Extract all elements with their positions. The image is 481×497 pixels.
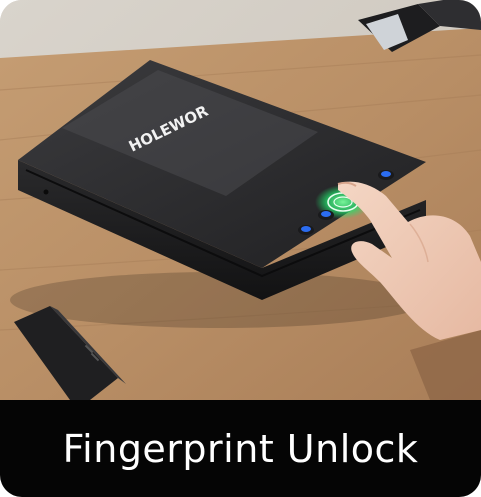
product-image-card: HOLEWOR Fingerprint Unlock (0, 0, 481, 497)
caption-text: Fingerprint Unlock (62, 426, 419, 471)
product-photo: HOLEWOR (0, 0, 481, 400)
caption-bar: Fingerprint Unlock (0, 400, 481, 497)
